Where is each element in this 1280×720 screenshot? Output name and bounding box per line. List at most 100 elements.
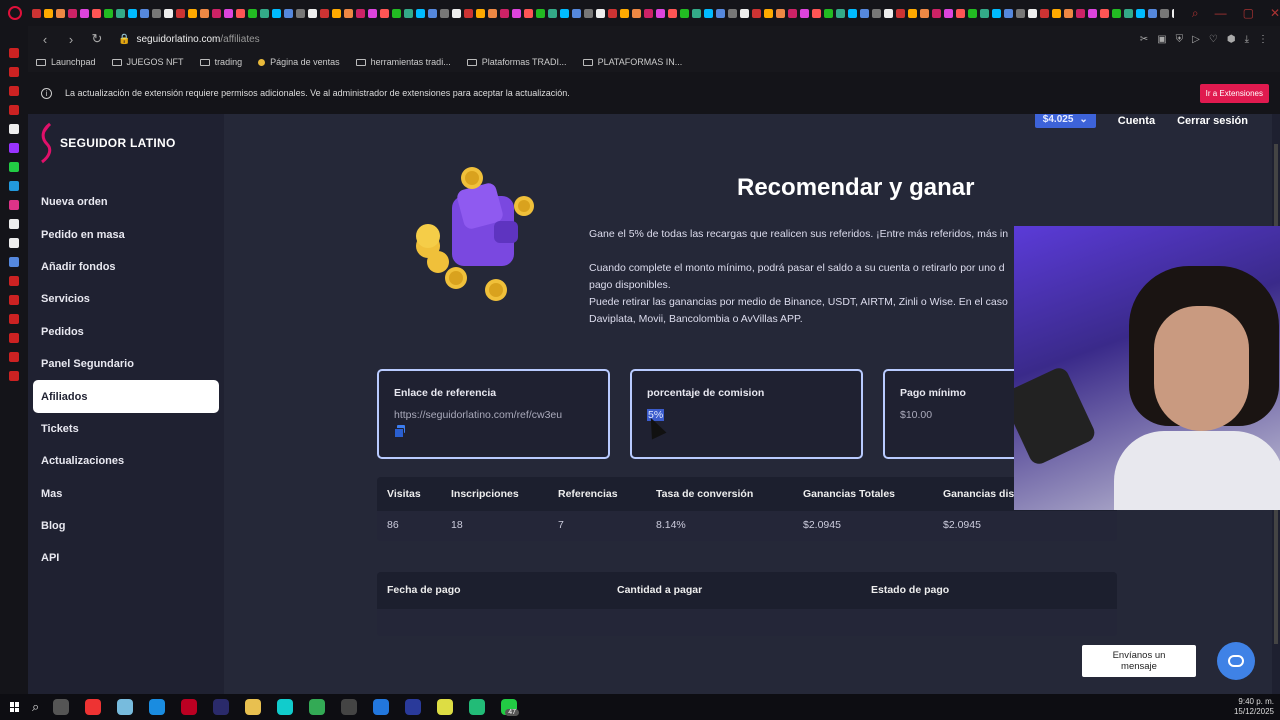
tab-favicon-icon[interactable] bbox=[115, 8, 125, 18]
sidebar-item-panel-segundario[interactable]: Panel Segundario bbox=[33, 348, 219, 380]
tab-favicon-icon[interactable] bbox=[427, 8, 437, 18]
sidebar-item-api[interactable]: API bbox=[33, 542, 219, 574]
menu-icon[interactable]: ⋮ bbox=[1258, 34, 1268, 45]
tab-favicon-icon[interactable] bbox=[1063, 8, 1073, 18]
referral-link-value[interactable]: https://seguidorlatino.com/ref/cw3eu bbox=[394, 409, 593, 421]
sidebar-app-icon[interactable] bbox=[9, 276, 19, 286]
tab-favicon-icon[interactable] bbox=[511, 8, 521, 18]
sidebar-item-pedido-en-masa[interactable]: Pedido en masa bbox=[33, 218, 219, 250]
tab-favicon-icon[interactable] bbox=[1075, 8, 1085, 18]
tab-favicon-icon[interactable] bbox=[475, 8, 485, 18]
tab-favicon-icon[interactable] bbox=[43, 8, 53, 18]
tab-favicon-icon[interactable] bbox=[619, 8, 629, 18]
tab-favicon-icon[interactable] bbox=[715, 8, 725, 18]
tab-favicon-icon[interactable] bbox=[871, 8, 881, 18]
tab-favicon-icon[interactable] bbox=[235, 8, 245, 18]
tab-favicon-icon[interactable] bbox=[1159, 8, 1169, 18]
sidebar-app-icon[interactable] bbox=[9, 238, 19, 248]
tab-favicon-icon[interactable] bbox=[463, 8, 473, 18]
sidebar-item-blog[interactable]: Blog bbox=[33, 510, 219, 542]
taskbar-app-icon[interactable] bbox=[309, 699, 326, 715]
minimize-icon[interactable]: — bbox=[1215, 6, 1227, 21]
bookmark-herramientas[interactable]: herramientas tradi... bbox=[355, 57, 451, 67]
tab-favicon-icon[interactable] bbox=[175, 8, 185, 18]
taskbar-app-icon[interactable] bbox=[53, 699, 70, 715]
tab-favicon-icon[interactable] bbox=[319, 8, 329, 18]
tab-favicon-icon[interactable] bbox=[355, 8, 365, 18]
back-icon[interactable]: ‹ bbox=[36, 32, 54, 47]
tab-favicon-icon[interactable] bbox=[367, 8, 377, 18]
sidebar-item-afiliados[interactable]: Afiliados bbox=[33, 380, 219, 413]
tab-favicon-icon[interactable] bbox=[163, 8, 173, 18]
tab-favicon-icon[interactable] bbox=[1099, 8, 1109, 18]
taskbar-app-icon[interactable] bbox=[373, 699, 390, 715]
tab-favicon-icon[interactable] bbox=[523, 8, 533, 18]
tab-favicon-icon[interactable] bbox=[79, 8, 89, 18]
tab-favicon-icon[interactable] bbox=[859, 8, 869, 18]
account-link[interactable]: Cuenta bbox=[1118, 115, 1155, 127]
copy-icon[interactable] bbox=[394, 425, 405, 438]
play-icon[interactable]: ▷ bbox=[1192, 34, 1200, 45]
tab-favicon-icon[interactable] bbox=[763, 8, 773, 18]
tab-favicon-icon[interactable] bbox=[547, 8, 557, 18]
taskbar-app-icon[interactable] bbox=[245, 699, 262, 715]
tab-favicon-icon[interactable] bbox=[403, 8, 413, 18]
chat-button[interactable] bbox=[1217, 642, 1255, 680]
url-field[interactable]: 🔒 seguidorlatino.com/affiliates bbox=[118, 34, 260, 45]
tab-favicon-icon[interactable] bbox=[727, 8, 737, 18]
sidebar-item-actualizaciones[interactable]: Actualizaciones bbox=[33, 445, 219, 477]
sidebar-item-mas[interactable]: Mas bbox=[33, 478, 219, 510]
sidebar-app-icon[interactable] bbox=[9, 67, 19, 77]
tab-favicon-icon[interactable] bbox=[907, 8, 917, 18]
tab-favicon-icon[interactable] bbox=[103, 8, 113, 18]
windows-start-icon[interactable] bbox=[10, 702, 20, 712]
tab-favicon-icon[interactable] bbox=[91, 8, 101, 18]
bookmark-plataformas-in[interactable]: PLATAFORMAS IN... bbox=[582, 57, 682, 67]
maximize-icon[interactable]: ▢ bbox=[1243, 6, 1254, 21]
tab-favicon-icon[interactable] bbox=[331, 8, 341, 18]
sidebar-item-nueva-orden[interactable]: Nueva orden bbox=[33, 186, 219, 218]
bookmark-launchpad[interactable]: Launchpad bbox=[36, 57, 96, 67]
tab-favicon-icon[interactable] bbox=[1003, 8, 1013, 18]
extensions-icon[interactable]: ⬢ bbox=[1227, 34, 1236, 45]
tab-favicon-icon[interactable] bbox=[1147, 8, 1157, 18]
tab-favicon-icon[interactable] bbox=[1027, 8, 1037, 18]
taskbar-app-icon[interactable] bbox=[117, 699, 134, 715]
tab-favicon-icon[interactable] bbox=[271, 8, 281, 18]
shield-icon[interactable]: ⛨ bbox=[1176, 34, 1184, 45]
tab-favicon-icon[interactable] bbox=[55, 8, 65, 18]
tab-favicon-icon[interactable] bbox=[451, 8, 461, 18]
taskbar-app-icon[interactable] bbox=[85, 699, 102, 715]
sidebar-app-icon[interactable] bbox=[9, 333, 19, 343]
tab-favicon-icon[interactable] bbox=[127, 8, 137, 18]
taskbar-app-icon[interactable] bbox=[181, 699, 198, 715]
tab-favicon-icon[interactable] bbox=[607, 8, 617, 18]
taskbar-app-icon[interactable] bbox=[149, 699, 166, 715]
tab-favicon-icon[interactable] bbox=[1051, 8, 1061, 18]
taskbar-app-icon[interactable] bbox=[213, 699, 230, 715]
search-tabs-icon[interactable]: ⌕ bbox=[1192, 6, 1199, 21]
tab-favicon-icon[interactable] bbox=[991, 8, 1001, 18]
taskbar-app-icon[interactable] bbox=[341, 699, 358, 715]
tab-favicon-icon[interactable] bbox=[775, 8, 785, 18]
tab-favicon-icon[interactable] bbox=[259, 8, 269, 18]
sidebar-app-icon[interactable] bbox=[9, 162, 19, 172]
chat-prompt-bubble[interactable]: Envíanos un mensaje bbox=[1082, 645, 1196, 677]
tab-icon[interactable]: ▣ bbox=[1157, 34, 1166, 45]
tab-favicon-icon[interactable] bbox=[751, 8, 761, 18]
sidebar-item-anadir-fondos[interactable]: Añadir fondos bbox=[33, 251, 219, 283]
sidebar-app-icon[interactable] bbox=[9, 295, 19, 305]
tab-favicon-icon[interactable] bbox=[631, 8, 641, 18]
tab-favicon-icon[interactable] bbox=[823, 8, 833, 18]
tab-favicon-icon[interactable] bbox=[139, 8, 149, 18]
tab-favicon-icon[interactable] bbox=[1135, 8, 1145, 18]
tab-favicon-icon[interactable] bbox=[1087, 8, 1097, 18]
tab-favicon-icon[interactable] bbox=[1111, 8, 1121, 18]
tab-favicon-icon[interactable] bbox=[787, 8, 797, 18]
balance-dropdown[interactable]: $4.025 ⌄ bbox=[1034, 114, 1096, 128]
tab-favicon-icon[interactable] bbox=[295, 8, 305, 18]
logout-link[interactable]: Cerrar sesión bbox=[1177, 115, 1248, 127]
taskbar-app-icon[interactable] bbox=[277, 699, 294, 715]
site-logo[interactable]: SEGUIDOR LATINO bbox=[38, 122, 176, 164]
tab-favicon-icon[interactable] bbox=[739, 8, 749, 18]
